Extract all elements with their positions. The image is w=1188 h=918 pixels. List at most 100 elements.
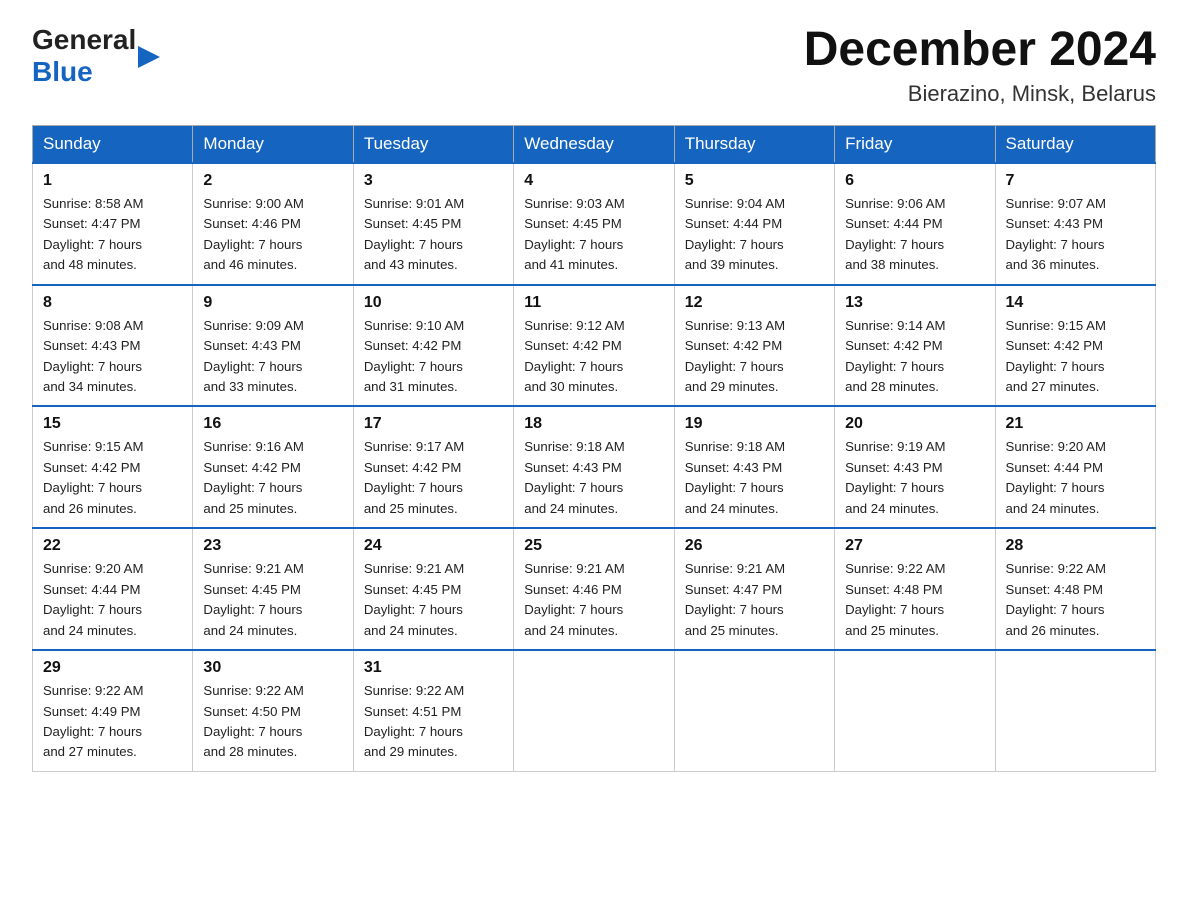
calendar-cell: 5Sunrise: 9:04 AMSunset: 4:44 PMDaylight… bbox=[674, 163, 834, 285]
day-number: 23 bbox=[203, 537, 342, 555]
day-number: 25 bbox=[524, 537, 663, 555]
calendar-week-row: 8 Sunrise: 9:08 AMSunset: 4:43 PMDaylight… bbox=[33, 285, 1156, 407]
month-title: December 2024 bbox=[804, 24, 1156, 77]
day-number: 14 bbox=[1006, 294, 1145, 312]
col-header-tuesday: Tuesday bbox=[353, 125, 513, 163]
day-info: Sunrise: 9:07 AMSunset: 4:43 PMDaylight:… bbox=[1006, 194, 1145, 276]
day-number: 10 bbox=[364, 294, 503, 312]
day-number: 8 bbox=[43, 294, 182, 312]
day-number: 2 bbox=[203, 172, 342, 190]
col-header-monday: Monday bbox=[193, 125, 353, 163]
calendar-cell: 1Sunrise: 8:58 AMSunset: 4:47 PMDaylight… bbox=[33, 163, 193, 285]
calendar-cell: 17Sunrise: 9:17 AMSunset: 4:42 PMDayligh… bbox=[353, 406, 513, 528]
day-info: Sunrise: 9:01 AMSunset: 4:45 PMDaylight:… bbox=[364, 194, 503, 276]
calendar-cell: 15Sunrise: 9:15 AMSunset: 4:42 PMDayligh… bbox=[33, 406, 193, 528]
calendar-cell: 29Sunrise: 9:22 AMSunset: 4:49 PMDayligh… bbox=[33, 650, 193, 771]
day-info: Sunrise: 9:22 AMSunset: 4:50 PMDaylight:… bbox=[203, 681, 342, 763]
calendar-cell: 9 Sunrise: 9:09 AMSunset: 4:43 PMDaylight… bbox=[193, 285, 353, 407]
day-number: 6 bbox=[845, 172, 984, 190]
calendar-cell: 13Sunrise: 9:14 AMSunset: 4:42 PMDayligh… bbox=[835, 285, 995, 407]
calendar-cell: 30 Sunrise: 9:22 AMSunset: 4:50 PMDayligh… bbox=[193, 650, 353, 771]
day-number: 3 bbox=[364, 172, 503, 190]
calendar-cell: 16 Sunrise: 9:16 AMSunset: 4:42 PMDayligh… bbox=[193, 406, 353, 528]
page-header: General Blue December 2024 Bierazino, Mi… bbox=[32, 24, 1156, 107]
day-number: 29 bbox=[43, 659, 182, 677]
calendar-cell: 26 Sunrise: 9:21 AMSunset: 4:47 PMDayligh… bbox=[674, 528, 834, 650]
day-number: 17 bbox=[364, 415, 503, 433]
day-number: 31 bbox=[364, 659, 503, 677]
calendar-cell: 10Sunrise: 9:10 AMSunset: 4:42 PMDayligh… bbox=[353, 285, 513, 407]
day-info: Sunrise: 9:21 AMSunset: 4:47 PMDaylight:… bbox=[685, 559, 824, 641]
calendar-header-row: SundayMondayTuesdayWednesdayThursdayFrid… bbox=[33, 125, 1156, 163]
day-number: 18 bbox=[524, 415, 663, 433]
calendar-week-row: 29Sunrise: 9:22 AMSunset: 4:49 PMDayligh… bbox=[33, 650, 1156, 771]
calendar-cell: 3 Sunrise: 9:01 AMSunset: 4:45 PMDaylight… bbox=[353, 163, 513, 285]
day-info: Sunrise: 9:16 AMSunset: 4:42 PMDaylight:… bbox=[203, 437, 342, 519]
calendar-cell: 12 Sunrise: 9:13 AMSunset: 4:42 PMDayligh… bbox=[674, 285, 834, 407]
day-number: 21 bbox=[1006, 415, 1145, 433]
day-number: 30 bbox=[203, 659, 342, 677]
day-info: Sunrise: 9:13 AMSunset: 4:42 PMDaylight:… bbox=[685, 316, 824, 398]
day-number: 20 bbox=[845, 415, 984, 433]
day-info: Sunrise: 9:21 AMSunset: 4:46 PMDaylight:… bbox=[524, 559, 663, 641]
location-title: Bierazino, Minsk, Belarus bbox=[804, 81, 1156, 107]
day-info: Sunrise: 9:20 AMSunset: 4:44 PMDaylight:… bbox=[43, 559, 182, 641]
logo: General Blue bbox=[32, 24, 160, 88]
day-info: Sunrise: 9:22 AMSunset: 4:48 PMDaylight:… bbox=[1006, 559, 1145, 641]
day-number: 13 bbox=[845, 294, 984, 312]
calendar-cell: 27 Sunrise: 9:22 AMSunset: 4:48 PMDayligh… bbox=[835, 528, 995, 650]
col-header-friday: Friday bbox=[835, 125, 995, 163]
calendar-cell: 2Sunrise: 9:00 AMSunset: 4:46 PMDaylight… bbox=[193, 163, 353, 285]
calendar-week-row: 1Sunrise: 8:58 AMSunset: 4:47 PMDaylight… bbox=[33, 163, 1156, 285]
calendar-cell: 31 Sunrise: 9:22 AMSunset: 4:51 PMDayligh… bbox=[353, 650, 513, 771]
day-info: Sunrise: 9:21 AMSunset: 4:45 PMDaylight:… bbox=[203, 559, 342, 641]
col-header-thursday: Thursday bbox=[674, 125, 834, 163]
day-info: Sunrise: 9:09 AMSunset: 4:43 PMDaylight:… bbox=[203, 316, 342, 398]
logo-triangle-icon bbox=[138, 46, 160, 68]
col-header-saturday: Saturday bbox=[995, 125, 1155, 163]
day-info: Sunrise: 9:20 AMSunset: 4:44 PMDaylight:… bbox=[1006, 437, 1145, 519]
day-number: 26 bbox=[685, 537, 824, 555]
calendar-week-row: 15Sunrise: 9:15 AMSunset: 4:42 PMDayligh… bbox=[33, 406, 1156, 528]
day-info: Sunrise: 9:21 AMSunset: 4:45 PMDaylight:… bbox=[364, 559, 503, 641]
day-number: 22 bbox=[43, 537, 182, 555]
day-info: Sunrise: 9:06 AMSunset: 4:44 PMDaylight:… bbox=[845, 194, 984, 276]
day-info: Sunrise: 9:03 AMSunset: 4:45 PMDaylight:… bbox=[524, 194, 663, 276]
calendar-cell: 28 Sunrise: 9:22 AMSunset: 4:48 PMDayligh… bbox=[995, 528, 1155, 650]
calendar-cell: 25 Sunrise: 9:21 AMSunset: 4:46 PMDayligh… bbox=[514, 528, 674, 650]
col-header-wednesday: Wednesday bbox=[514, 125, 674, 163]
calendar-cell: 4 Sunrise: 9:03 AMSunset: 4:45 PMDaylight… bbox=[514, 163, 674, 285]
day-info: Sunrise: 9:18 AMSunset: 4:43 PMDaylight:… bbox=[685, 437, 824, 519]
logo-general: General bbox=[32, 24, 136, 56]
day-number: 28 bbox=[1006, 537, 1145, 555]
day-number: 19 bbox=[685, 415, 824, 433]
calendar-cell: 23 Sunrise: 9:21 AMSunset: 4:45 PMDayligh… bbox=[193, 528, 353, 650]
day-number: 24 bbox=[364, 537, 503, 555]
day-number: 12 bbox=[685, 294, 824, 312]
day-info: Sunrise: 9:22 AMSunset: 4:51 PMDaylight:… bbox=[364, 681, 503, 763]
day-info: Sunrise: 9:04 AMSunset: 4:44 PMDaylight:… bbox=[685, 194, 824, 276]
day-number: 7 bbox=[1006, 172, 1145, 190]
calendar-cell: 18 Sunrise: 9:18 AMSunset: 4:43 PMDayligh… bbox=[514, 406, 674, 528]
calendar-cell: 6 Sunrise: 9:06 AMSunset: 4:44 PMDaylight… bbox=[835, 163, 995, 285]
calendar-cell: 14Sunrise: 9:15 AMSunset: 4:42 PMDayligh… bbox=[995, 285, 1155, 407]
calendar-cell: 7 Sunrise: 9:07 AMSunset: 4:43 PMDaylight… bbox=[995, 163, 1155, 285]
day-info: Sunrise: 9:15 AMSunset: 4:42 PMDaylight:… bbox=[43, 437, 182, 519]
day-number: 27 bbox=[845, 537, 984, 555]
calendar-week-row: 22 Sunrise: 9:20 AMSunset: 4:44 PMDayligh… bbox=[33, 528, 1156, 650]
day-info: Sunrise: 9:08 AMSunset: 4:43 PMDaylight:… bbox=[43, 316, 182, 398]
calendar-cell: 22 Sunrise: 9:20 AMSunset: 4:44 PMDayligh… bbox=[33, 528, 193, 650]
logo-blue: Blue bbox=[32, 56, 136, 88]
calendar-cell: 21 Sunrise: 9:20 AMSunset: 4:44 PMDayligh… bbox=[995, 406, 1155, 528]
day-number: 9 bbox=[203, 294, 342, 312]
calendar-cell: 19 Sunrise: 9:18 AMSunset: 4:43 PMDayligh… bbox=[674, 406, 834, 528]
day-info: Sunrise: 9:18 AMSunset: 4:43 PMDaylight:… bbox=[524, 437, 663, 519]
day-number: 16 bbox=[203, 415, 342, 433]
day-info: Sunrise: 8:58 AMSunset: 4:47 PMDaylight:… bbox=[43, 194, 182, 276]
title-block: December 2024 Bierazino, Minsk, Belarus bbox=[804, 24, 1156, 107]
calendar-cell bbox=[514, 650, 674, 771]
day-info: Sunrise: 9:22 AMSunset: 4:48 PMDaylight:… bbox=[845, 559, 984, 641]
calendar-cell bbox=[835, 650, 995, 771]
day-number: 4 bbox=[524, 172, 663, 190]
day-info: Sunrise: 9:19 AMSunset: 4:43 PMDaylight:… bbox=[845, 437, 984, 519]
